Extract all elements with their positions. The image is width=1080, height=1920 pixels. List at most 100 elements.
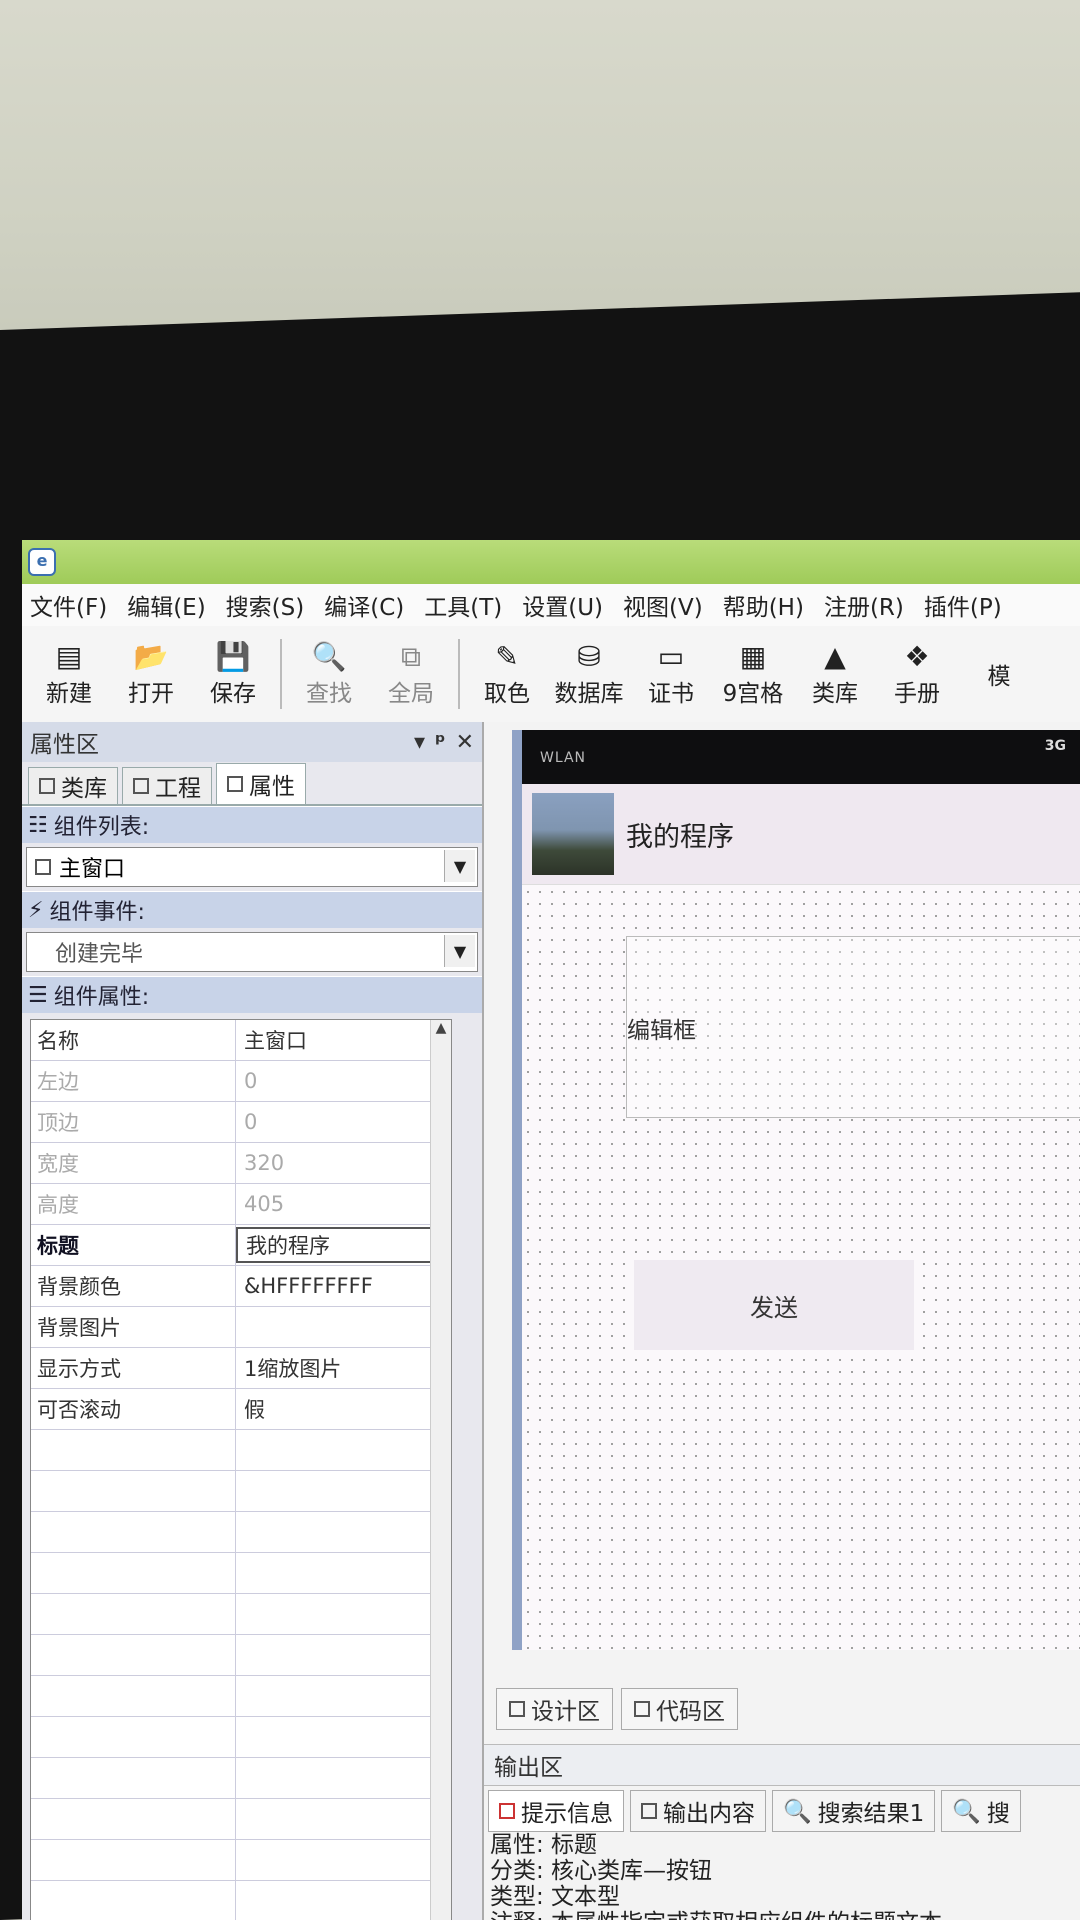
database-icon: ⛁ <box>577 640 601 673</box>
property-value <box>236 1594 444 1634</box>
toolbar-button[interactable]: ▭ 证书 <box>630 629 712 719</box>
property-row[interactable]: 背景颜色 &HFFFFFFFF <box>31 1266 451 1307</box>
property-name: 顶边 <box>31 1102 236 1142</box>
property-value[interactable]: &HFFFFFFFF <box>236 1266 444 1306</box>
toolbar-button[interactable]: 📂 打开 <box>110 629 192 719</box>
panel-title: 属性区 <box>30 732 99 758</box>
menu-item[interactable]: 注册(R) <box>824 588 904 622</box>
tab-label: 搜 <box>986 1801 1010 1827</box>
property-value[interactable]: 0 <box>236 1061 444 1101</box>
property-value <box>236 1430 444 1470</box>
toolbar-button[interactable]: ▲ 类库 <box>794 629 876 719</box>
tab-code[interactable]: 代码区 <box>621 1688 738 1730</box>
send-button-component[interactable]: 发送 <box>634 1260 914 1350</box>
property-name <box>31 1717 236 1757</box>
property-row-empty <box>31 1553 451 1594</box>
toolbar-button[interactable]: 💾 保存 <box>192 629 274 719</box>
toolbar-button-label: 取色 <box>484 681 530 707</box>
toolbar-button[interactable]: ❖ 手册 <box>876 629 958 719</box>
component-list-select[interactable]: 主窗口 ▼ <box>26 847 478 887</box>
component-event-section: ⚡ 组件事件: <box>22 891 482 928</box>
edit-box-label: 编辑框 <box>627 1018 696 1044</box>
property-name: 背景颜色 <box>31 1266 236 1306</box>
property-row[interactable]: 宽度 320 <box>31 1143 451 1184</box>
property-row[interactable]: 标题 我的程序 <box>31 1225 451 1266</box>
pin-icon[interactable]: ᵖ <box>435 730 446 755</box>
menu-item[interactable]: 工具(T) <box>424 588 502 622</box>
tab-search-more[interactable]: 🔍 搜 <box>941 1790 1021 1832</box>
toolbar-button[interactable]: ⧉ 全局 <box>370 629 452 719</box>
property-row[interactable]: 名称 主窗口 <box>31 1020 451 1061</box>
property-row[interactable]: 顶边 0 <box>31 1102 451 1143</box>
menu-item[interactable]: 编辑(E) <box>127 588 205 622</box>
menu-item[interactable]: 帮助(H) <box>723 588 804 622</box>
output-title: 输出区 <box>494 1755 563 1781</box>
section-label: 组件属性: <box>53 985 150 1010</box>
panel-menu-icon[interactable]: ▾ <box>414 730 425 755</box>
property-name <box>31 1553 236 1593</box>
tab-hint-info[interactable]: 提示信息 <box>488 1790 624 1832</box>
close-icon[interactable]: ✕ <box>456 730 474 755</box>
property-name: 可否滚动 <box>31 1389 236 1429</box>
folder-open-icon: 📂 <box>133 640 169 673</box>
panel-tabs: 类库 工程 属性 <box>22 762 482 806</box>
property-value <box>236 1512 444 1552</box>
menu-item[interactable]: 文件(F) <box>30 588 107 622</box>
property-value[interactable]: 0 <box>236 1102 444 1142</box>
tab-design[interactable]: 设计区 <box>496 1688 613 1730</box>
component-event-select[interactable]: 创建完毕 ▼ <box>26 932 478 972</box>
menu-item[interactable]: 设置(U) <box>522 588 603 622</box>
property-row[interactable]: 显示方式 1缩放图片 <box>31 1348 451 1389</box>
global-search-icon: ⧉ <box>401 640 421 673</box>
edit-box-component[interactable]: 编辑框 <box>626 936 1080 1118</box>
toolbar-button[interactable]: ⛁ 数据库 <box>548 629 630 719</box>
certificate-icon: ▭ <box>657 640 685 673</box>
menu-item[interactable]: 视图(V) <box>623 588 703 622</box>
toolbar-button[interactable]: ▤ 新建 <box>28 629 110 719</box>
toolbar-button[interactable]: 🔍 查找 <box>288 629 370 719</box>
property-name <box>31 1758 236 1798</box>
properties-tab-icon <box>227 776 243 792</box>
property-row[interactable]: 左边 0 <box>31 1061 451 1102</box>
property-value[interactable]: 320 <box>236 1143 444 1183</box>
library-icon: ▲ <box>824 640 846 673</box>
menu-item[interactable]: 编译(C) <box>324 588 404 622</box>
tab-library[interactable]: 类库 <box>28 767 118 804</box>
property-row[interactable]: 高度 405 <box>31 1184 451 1225</box>
chevron-down-icon[interactable]: ▼ <box>444 850 475 882</box>
tab-output-content[interactable]: 输出内容 <box>630 1790 766 1832</box>
menu-item[interactable]: 搜索(S) <box>226 588 305 622</box>
property-grid: ▲ 名称 主窗口 左边 0 顶边 0 宽度 320 高度 405 标题 我的程序 背景颜色 &HFFFFF… <box>30 1019 452 1920</box>
toolbar: ▤ 新建 📂 打开 💾 保存 🔍 查找 ⧉ 全局 ✎ 取色 ⛁ 数据库 ▭ 证书 ▦ 9宫格 ▲ 类库 ❖ 手册 模 <box>22 626 1080 723</box>
form-title-bar: 我的程序 <box>522 784 1080 885</box>
chevron-down-icon[interactable]: ▼ <box>444 935 475 967</box>
property-row[interactable]: 背景图片 <box>31 1307 451 1348</box>
property-value <box>236 1676 444 1716</box>
property-row[interactable]: 可否滚动假 <box>31 1389 451 1430</box>
property-value[interactable]: 1缩放图片 <box>236 1348 444 1388</box>
property-name <box>31 1635 236 1675</box>
property-value[interactable] <box>236 1307 444 1347</box>
manual-icon: ❖ <box>904 640 930 673</box>
toolbar-button-label: 模 <box>987 664 1011 690</box>
tab-search-results[interactable]: 🔍 搜索结果1 <box>772 1790 936 1832</box>
tab-label: 类库 <box>61 776 107 802</box>
property-row-empty <box>31 1758 451 1799</box>
property-value[interactable]: 假 <box>236 1389 444 1429</box>
tab-label: 代码区 <box>656 1699 725 1725</box>
menu-item[interactable]: 插件(P) <box>924 588 1002 622</box>
property-value[interactable]: 主窗口 <box>236 1020 444 1060</box>
property-value[interactable]: 我的程序 <box>236 1227 436 1263</box>
toolbar-button[interactable]: ✎ 取色 <box>466 629 548 719</box>
property-row-empty <box>31 1840 451 1881</box>
toolbar-button[interactable]: ▦ 9宫格 <box>712 629 794 719</box>
toolbar-button-label: 新建 <box>46 681 92 707</box>
tab-properties[interactable]: 属性 <box>216 763 306 804</box>
tab-project[interactable]: 工程 <box>122 767 212 804</box>
property-value[interactable]: 405 <box>236 1184 444 1224</box>
property-scrollbar[interactable]: ▲ <box>430 1020 451 1920</box>
property-row-empty <box>31 1430 451 1471</box>
window-icon <box>35 859 51 875</box>
toolbar-button[interactable]: 模 <box>958 629 1040 719</box>
toolbar-separator <box>280 639 282 709</box>
